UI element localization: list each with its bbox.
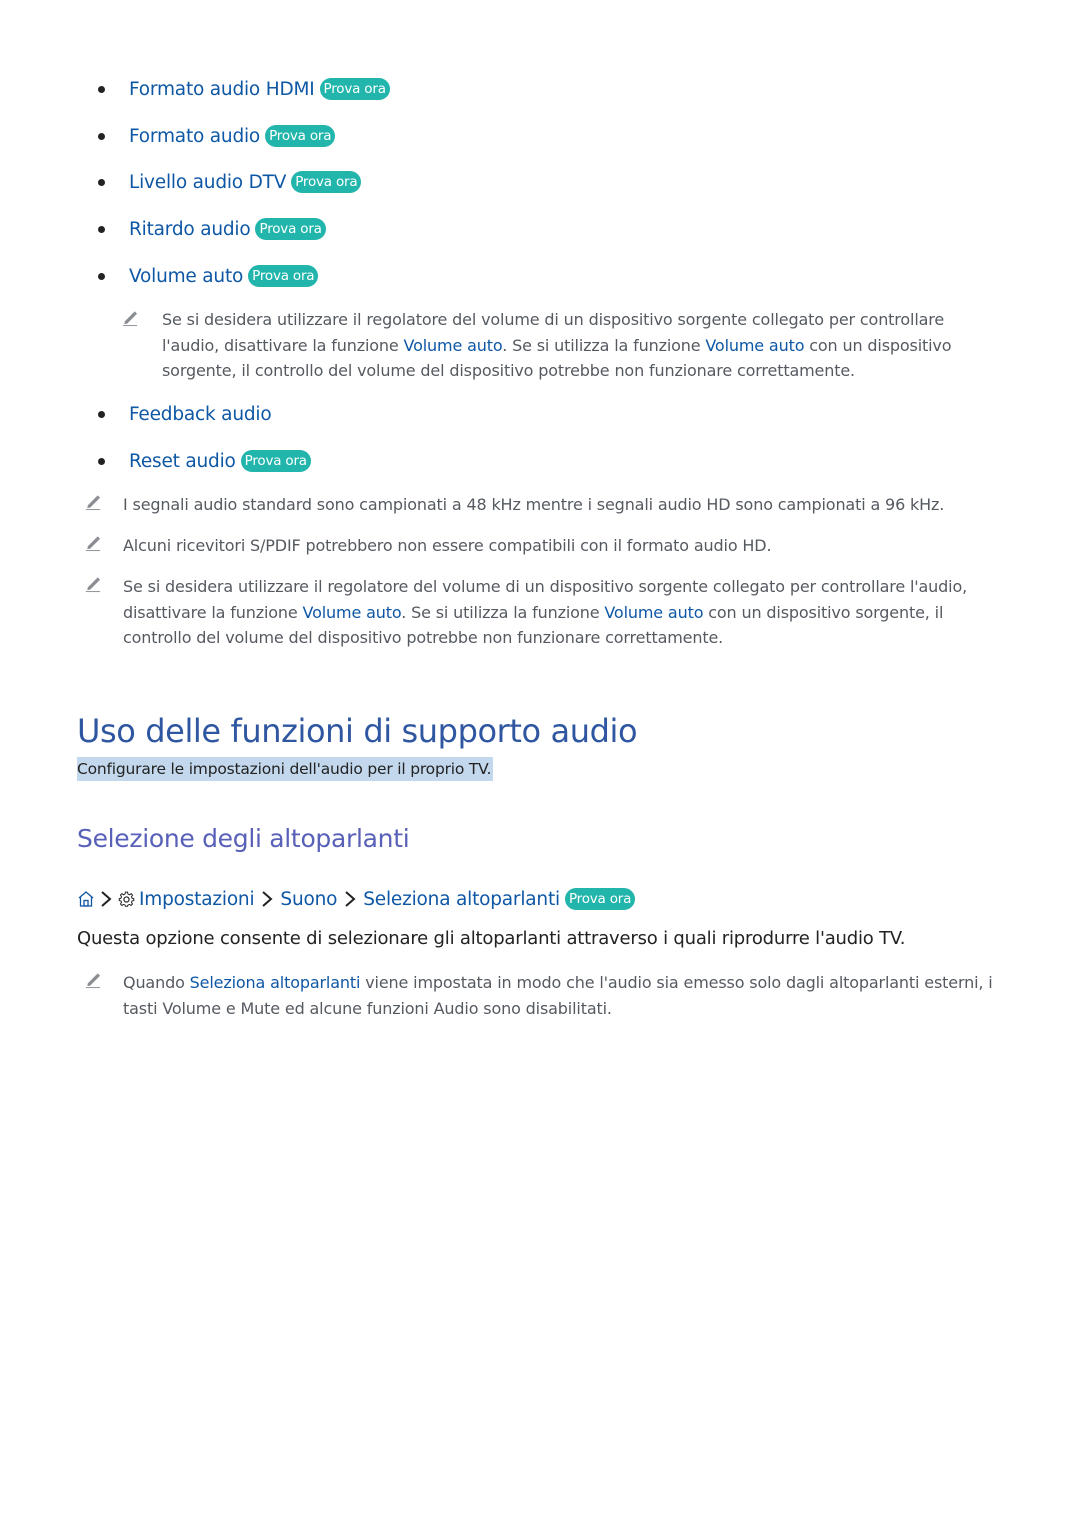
pencil-note-icon — [85, 576, 101, 593]
breadcrumb-seleziona-altoparlanti[interactable]: Seleziona altoparlanti — [363, 889, 560, 910]
list-item: Reset audio Prova ora — [98, 447, 311, 475]
note-volume-auto: Se si desidera utilizzare il regolatore … — [162, 310, 952, 380]
breadcrumb: Impostazioni Suono Seleziona altoparlant… — [77, 886, 636, 912]
bullet-icon — [98, 132, 105, 140]
note-sample-rate: I segnali audio standard sono campionati… — [123, 495, 945, 514]
note-volume-auto-general: Se si desidera utilizzare il regolatore … — [123, 577, 968, 647]
try-now-badge[interactable]: Prova ora — [255, 218, 326, 240]
pencil-note-icon — [85, 972, 101, 989]
bullet-icon — [98, 457, 105, 465]
pencil-note-icon — [85, 494, 101, 511]
chevron-right-icon — [345, 891, 356, 907]
try-now-badge[interactable]: Prova ora — [265, 125, 336, 147]
subsection-description: Questa opzione consente di selezionare g… — [77, 928, 906, 949]
link-volume-auto[interactable]: Volume auto — [303, 603, 402, 622]
list-item: Feedback audio — [98, 400, 272, 428]
subsection-title: Selezione degli altoparlanti — [77, 824, 410, 853]
link-seleziona-altoparlanti[interactable]: Seleziona altoparlanti — [190, 973, 361, 992]
pencil-note-icon — [85, 535, 101, 552]
try-now-badge[interactable]: Prova ora — [319, 78, 390, 100]
try-now-badge[interactable]: Prova ora — [291, 171, 362, 193]
list-item: Volume auto Prova ora — [98, 262, 319, 290]
chevron-right-icon — [101, 891, 112, 907]
home-icon[interactable] — [77, 890, 95, 908]
menu-link-formato-audio-hdmi[interactable]: Formato audio HDMI — [129, 79, 315, 100]
menu-link-reset-audio[interactable]: Reset audio — [129, 451, 236, 472]
list-item: Ritardo audio Prova ora — [98, 215, 326, 243]
try-now-badge[interactable]: Prova ora — [248, 265, 319, 287]
note-speaker-selection: Quando Seleziona altoparlanti viene impo… — [123, 973, 993, 1018]
bullet-icon — [98, 272, 105, 280]
breadcrumb-suono[interactable]: Suono — [280, 889, 337, 910]
try-now-badge[interactable]: Prova ora — [564, 888, 636, 910]
note-spdif: Alcuni ricevitori S/PDIF potrebbero non … — [123, 536, 772, 555]
section-title: Uso delle funzioni di supporto audio — [77, 712, 638, 750]
menu-link-feedback-audio[interactable]: Feedback audio — [129, 404, 272, 425]
link-volume-auto[interactable]: Volume auto — [404, 336, 503, 355]
menu-link-livello-audio-dtv[interactable]: Livello audio DTV — [129, 172, 286, 193]
menu-link-formato-audio[interactable]: Formato audio — [129, 126, 260, 147]
pencil-note-icon — [122, 310, 138, 327]
link-volume-auto[interactable]: Volume auto — [604, 603, 703, 622]
list-item: Formato audio HDMI Prova ora — [98, 75, 390, 103]
menu-link-ritardo-audio[interactable]: Ritardo audio — [129, 219, 251, 240]
try-now-badge[interactable]: Prova ora — [240, 450, 311, 472]
gear-icon — [118, 891, 135, 907]
list-item: Formato audio Prova ora — [98, 122, 336, 150]
chevron-right-icon — [262, 891, 273, 907]
bullet-icon — [98, 178, 105, 186]
bullet-icon — [98, 225, 105, 233]
list-item: Livello audio DTV Prova ora — [98, 168, 362, 196]
menu-link-volume-auto[interactable]: Volume auto — [129, 266, 243, 287]
link-volume-auto[interactable]: Volume auto — [705, 336, 804, 355]
bullet-icon — [98, 410, 105, 418]
section-subtitle: Configurare le impostazioni dell'audio p… — [77, 757, 494, 781]
bullet-icon — [98, 85, 105, 93]
breadcrumb-impostazioni[interactable]: Impostazioni — [139, 889, 255, 910]
